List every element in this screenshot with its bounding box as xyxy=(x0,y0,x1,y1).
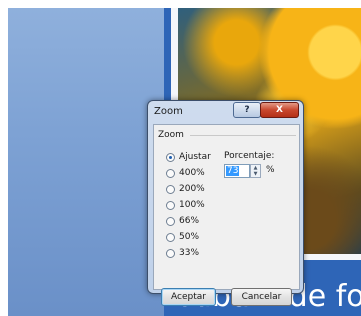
spinner-buttons[interactable]: ▲ ▼ xyxy=(250,164,261,178)
spin-down-icon[interactable]: ▼ xyxy=(251,171,260,177)
radio-icon[interactable] xyxy=(166,200,175,210)
close-button[interactable]: X xyxy=(260,102,299,118)
radio-label: 100% xyxy=(179,200,205,210)
dialog-titlebar[interactable]: Zoom ? X xyxy=(148,101,303,123)
radio-label: 66% xyxy=(179,216,200,226)
radio-icon[interactable] xyxy=(166,168,175,178)
cancel-button[interactable]: Cancelar xyxy=(231,288,292,306)
percentage-label: Porcentaje: xyxy=(224,151,275,161)
percentage-value: 73 xyxy=(226,166,240,176)
radio-icon[interactable] xyxy=(166,248,175,258)
radio-400[interactable]: 400% xyxy=(166,166,205,180)
radio-label: Ajustar xyxy=(179,152,211,162)
radio-33[interactable]: 33% xyxy=(166,246,199,260)
radio-label: 50% xyxy=(179,232,200,242)
percentage-input[interactable]: 73 xyxy=(224,164,250,178)
radio-ajustar[interactable]: Ajustar xyxy=(166,150,211,164)
dialog-body: Zoom Ajustar 400% 200% 100% 66% 50% 33% … xyxy=(153,124,300,306)
radio-200[interactable]: 200% xyxy=(166,182,205,196)
help-button[interactable]: ? xyxy=(233,102,261,118)
percent-sign: % xyxy=(266,165,275,175)
radio-50[interactable]: 50% xyxy=(166,230,199,244)
radio-label: 200% xyxy=(179,184,205,194)
ok-button[interactable]: Aceptar xyxy=(161,288,216,306)
radio-icon[interactable] xyxy=(166,184,175,194)
app-pane-left xyxy=(8,8,164,316)
radio-icon[interactable] xyxy=(166,232,175,242)
group-divider xyxy=(190,135,296,136)
percentage-spinner[interactable]: 73 ▲ ▼ xyxy=(224,164,262,178)
radio-selected-icon[interactable] xyxy=(166,152,175,162)
radio-icon[interactable] xyxy=(166,216,175,226)
radio-label: 33% xyxy=(179,248,200,258)
dialog-title: Zoom xyxy=(154,106,183,117)
zoom-dialog: Zoom ? X Zoom Ajustar 400% 200% 100% 66%… xyxy=(147,100,304,306)
radio-100[interactable]: 100% xyxy=(166,198,205,212)
radio-66[interactable]: 66% xyxy=(166,214,199,228)
zoom-group-label: Zoom xyxy=(158,130,184,140)
radio-label: 400% xyxy=(179,168,205,178)
